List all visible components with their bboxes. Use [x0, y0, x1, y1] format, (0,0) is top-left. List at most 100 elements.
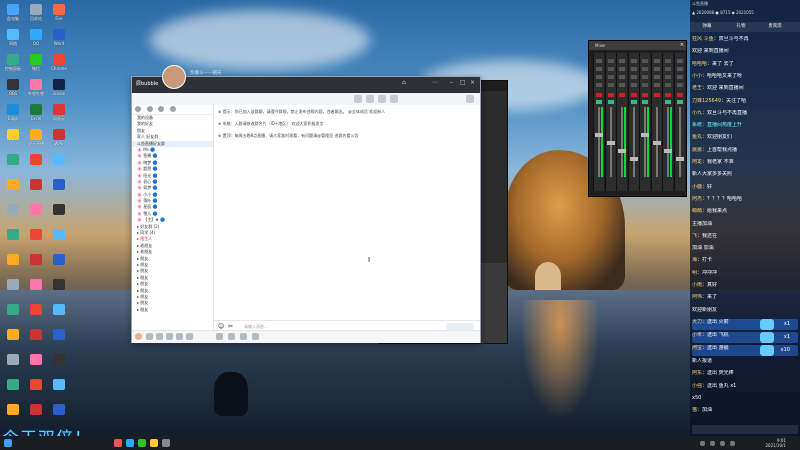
fader-knob[interactable] [641, 133, 649, 137]
solo-button[interactable] [676, 100, 683, 104]
chat-username[interactable]: 萌萌 [692, 208, 702, 214]
desktop-icon[interactable] [26, 354, 46, 374]
mixer-close-icon[interactable]: × [680, 42, 684, 48]
desktop-icon[interactable]: OBS [3, 79, 23, 99]
menu-icon[interactable] [146, 333, 153, 340]
desktop-icon[interactable]: Edge [3, 104, 23, 124]
mute-button[interactable] [676, 93, 683, 97]
chat-username[interactable]: 晨晨 [692, 147, 702, 153]
mixer-button[interactable] [642, 67, 648, 71]
chat-username[interactable]: 老王 [692, 85, 702, 91]
fader-knob[interactable] [652, 141, 661, 145]
chat-tab[interactable]: 礼物 [724, 22, 758, 32]
desktop-icon[interactable] [26, 204, 46, 224]
chat-username[interactable]: 大力 [692, 319, 702, 325]
desktop-icon[interactable] [26, 179, 46, 199]
solo-button[interactable] [665, 100, 671, 104]
mixer-button[interactable] [596, 67, 602, 71]
phone-icon[interactable] [354, 95, 362, 103]
mute-button[interactable] [607, 93, 614, 97]
tray-icon[interactable] [710, 441, 715, 446]
image-icon[interactable] [240, 333, 247, 340]
desktop-icon[interactable]: 微信 [26, 54, 46, 74]
lock-icon[interactable] [166, 333, 173, 340]
desktop-icon[interactable] [49, 179, 69, 199]
tray-icon[interactable] [720, 441, 725, 446]
tab-space-icon[interactable] [169, 106, 176, 112]
mixer-button[interactable] [607, 59, 614, 63]
mixer-button[interactable] [642, 83, 648, 87]
desktop-icon[interactable] [3, 354, 23, 374]
mixer-channel[interactable] [593, 53, 604, 191]
desktop-icon[interactable] [49, 354, 69, 374]
mixer-button[interactable] [619, 59, 625, 63]
taskbar-app-icon[interactable] [138, 439, 146, 447]
desktop-icon[interactable]: Word [49, 29, 69, 49]
chat-tab[interactable]: 弹幕 [690, 22, 724, 32]
tray-icon[interactable] [730, 441, 735, 446]
maximize-icon[interactable]: □ [460, 79, 466, 86]
desktop-icon[interactable] [3, 304, 23, 324]
desktop-icon[interactable] [26, 279, 46, 299]
desktop-icon[interactable] [26, 254, 46, 274]
mute-button[interactable] [596, 93, 602, 97]
qq-window[interactable]: 凯撒斗——朝天 ⌂ ⋯ – □ × 辰bubble 我的设备 我的好友 朋友 家人 好… [131, 65, 481, 343]
tray-icon[interactable] [700, 441, 705, 446]
mixer-button[interactable] [653, 67, 660, 71]
mixer-channel[interactable] [604, 53, 616, 191]
mixer-button[interactable] [630, 83, 637, 87]
mixer-button[interactable] [642, 75, 648, 79]
desktop-icon[interactable] [26, 379, 46, 399]
mixer-button[interactable] [630, 75, 637, 79]
mixer-button[interactable] [607, 67, 614, 71]
fader-knob[interactable] [618, 149, 626, 153]
desktop-icon[interactable]: Chrome [49, 54, 69, 74]
audio-mixer-window[interactable]: Mixer × [588, 40, 687, 197]
mixer-button[interactable] [630, 67, 637, 71]
desktop-icon[interactable] [49, 404, 69, 424]
mixer-button[interactable] [676, 75, 683, 79]
chat-username[interactable]: 小九 [692, 110, 702, 116]
mixer-button[interactable] [653, 75, 660, 79]
scissors-icon[interactable]: ✂ [228, 323, 233, 330]
chat-username[interactable]: 阿东 [692, 370, 702, 376]
chat-username[interactable]: 刀锋125649 [692, 98, 721, 104]
fader-knob[interactable] [664, 149, 672, 153]
more-icon[interactable]: ⋯ [432, 79, 438, 86]
desktop-icon[interactable]: 回收站 [26, 4, 46, 24]
desktop-icon[interactable] [26, 404, 46, 424]
desktop-icon[interactable]: 网易云 [49, 104, 69, 124]
desktop-icon[interactable] [3, 204, 23, 224]
chat-username[interactable]: 鱼丸 [692, 134, 702, 140]
start-button-icon[interactable] [4, 439, 12, 447]
taskbar-app-icon[interactable] [162, 439, 170, 447]
desktop-icon[interactable]: QQ [26, 29, 46, 49]
mixer-button[interactable] [607, 75, 614, 79]
tab-contacts-icon[interactable] [146, 106, 153, 112]
emoji-icon[interactable]: ☺ [218, 323, 224, 330]
video-icon[interactable] [366, 95, 374, 103]
desktop-icon[interactable]: Steam [49, 79, 69, 99]
game-icon[interactable] [176, 333, 183, 340]
chat-username[interactable]: 小强 [692, 383, 702, 389]
mixer-button[interactable] [676, 59, 683, 63]
desktop-icon[interactable]: 网络 [3, 29, 23, 49]
chat-username[interactable]: 阿伟 [692, 294, 702, 300]
music-icon[interactable] [186, 333, 193, 340]
chat-avatar[interactable] [162, 65, 186, 89]
desktop-icon[interactable] [26, 329, 46, 349]
desktop-icon[interactable] [3, 329, 23, 349]
desktop-icon[interactable] [49, 254, 69, 274]
desktop-icon[interactable]: WPS [49, 129, 69, 149]
desktop-icon[interactable] [3, 229, 23, 249]
home-icon[interactable]: ⌂ [402, 79, 406, 86]
mixer-button[interactable] [619, 67, 625, 71]
desktop-icon[interactable] [49, 379, 69, 399]
desktop-icon[interactable] [3, 254, 23, 274]
chat-username[interactable]: 阿宝 [692, 345, 702, 351]
contact-list-item[interactable]: ▸ 朋友 [132, 307, 213, 313]
desktop-icon[interactable] [49, 154, 69, 174]
add-icon[interactable] [156, 333, 163, 340]
mixer-channel[interactable] [673, 53, 685, 191]
mixer-button[interactable] [665, 75, 671, 79]
